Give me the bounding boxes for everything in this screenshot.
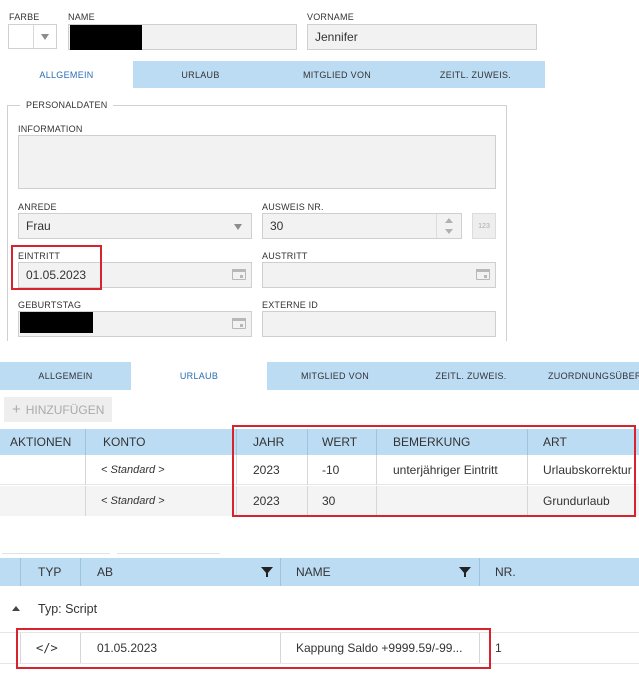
divider [117, 553, 220, 554]
ausweis-field[interactable]: 30 [262, 213, 462, 239]
column-bemerkung[interactable]: BEMERKUNG [393, 429, 470, 455]
wert-cell: -10 [322, 463, 340, 477]
ausweis-label: AUSWEIS NR. [262, 202, 324, 212]
information-textarea[interactable] [18, 135, 496, 189]
column-art[interactable]: ART [543, 429, 567, 455]
konto-cell: < Standard > [101, 495, 165, 507]
calendar-icon[interactable] [476, 267, 490, 280]
tab-mitglied-von[interactable]: MITGLIED VON [267, 362, 403, 390]
stepper-up-icon[interactable] [445, 218, 453, 223]
art-cell: Urlaubskorrektur [543, 463, 632, 477]
art-cell: Grundurlaub [543, 494, 610, 508]
tab-zuordnungsuebersicht[interactable]: ZUORDNUNGSÜBER [539, 362, 639, 390]
externe-id-field[interactable] [262, 311, 496, 337]
add-button-label: HINZUFÜGEN [25, 402, 105, 417]
austritt-date-field[interactable] [262, 262, 496, 288]
stepper-down-icon[interactable] [445, 229, 453, 234]
table-row[interactable]: < Standard > 2023 -10 unterjähriger Eint… [0, 455, 639, 485]
tab-mitglied-von[interactable]: MITGLIED VON [268, 61, 406, 88]
tabbar-mid: ALLGEMEIN URLAUB MITGLIED VON ZEITL. ZUW… [0, 362, 639, 390]
personaldaten-legend: PERSONALDATEN [20, 100, 114, 110]
divider [2, 553, 110, 554]
konto-cell: < Standard > [101, 464, 165, 476]
geburtstag-label: GEBURTSTAG [18, 300, 82, 310]
column-wert[interactable]: WERT [322, 429, 357, 455]
tab-zeitl-zuweis[interactable]: ZEITL. ZUWEIS. [403, 362, 539, 390]
color-picker[interactable] [8, 24, 57, 49]
column-name[interactable]: NAME [296, 558, 331, 586]
table-row[interactable]: </> 01.05.2023 Kappung Saldo +9999.59/-9… [0, 632, 639, 664]
farbe-label: FARBE [9, 12, 40, 22]
table-row[interactable]: < Standard > 2023 30 Grundurlaub [0, 486, 639, 516]
column-jahr[interactable]: JAHR [253, 429, 284, 455]
redaction-name [70, 25, 142, 50]
urlaub-grid-header: AKTIONEN KONTO JAHR WERT BEMERKUNG ART [0, 429, 639, 455]
calendar-icon[interactable] [232, 267, 246, 280]
nr-cell: 1 [495, 641, 502, 655]
add-button[interactable]: + HINZUFÜGEN [4, 397, 112, 422]
tab-allgemein[interactable]: ALLGEMEIN [0, 362, 131, 390]
name-cell: Kappung Saldo +9999.59/-99... [296, 641, 463, 655]
eintritt-value: 01.05.2023 [26, 268, 87, 282]
calendar-icon[interactable] [232, 316, 246, 329]
tabbar-top: ALLGEMEIN URLAUB MITGLIED VON ZEITL. ZUW… [0, 61, 545, 88]
vorname-field[interactable]: Jennifer [307, 24, 537, 50]
tab-urlaub[interactable]: URLAUB [133, 61, 268, 88]
column-aktionen[interactable]: AKTIONEN [10, 429, 71, 455]
jahr-cell: 2023 [253, 463, 280, 477]
austritt-label: AUSTRITT [262, 251, 308, 261]
number-format-label: 123 [478, 222, 490, 230]
bemerkung-cell: unterjähriger Eintritt [393, 463, 498, 477]
anrede-label: ANREDE [18, 202, 57, 212]
tab-zeitl-zuweis[interactable]: ZEITL. ZUWEIS. [406, 61, 545, 88]
column-ab[interactable]: AB [97, 558, 113, 586]
information-label: INFORMATION [18, 124, 83, 134]
ab-cell: 01.05.2023 [97, 641, 158, 655]
redaction-geburtstag [20, 312, 93, 333]
ausweis-stepper[interactable] [436, 214, 461, 238]
column-typ[interactable]: TYP [38, 558, 61, 586]
chevron-down-icon [234, 224, 242, 230]
jahr-cell: 2023 [253, 494, 280, 508]
number-format-button[interactable]: 123 [472, 213, 496, 239]
tab-urlaub[interactable]: URLAUB [131, 362, 267, 390]
group-label: Typ: Script [38, 602, 98, 616]
eintritt-date-field[interactable]: 01.05.2023 [18, 262, 252, 288]
column-nr[interactable]: NR. [495, 558, 516, 586]
name-label: NAME [68, 12, 95, 22]
column-konto[interactable]: KONTO [103, 429, 145, 455]
wert-cell: 30 [322, 494, 336, 508]
chevron-down-icon [41, 34, 49, 40]
anrede-value: Frau [26, 219, 51, 233]
externe-id-label: EXTERNE ID [262, 300, 319, 310]
ausweis-value: 30 [270, 219, 284, 233]
collapse-triangle-icon[interactable] [12, 606, 20, 611]
vorname-label: VORNAME [307, 12, 354, 22]
plus-icon: + [12, 401, 21, 418]
anrede-select[interactable]: Frau [18, 213, 252, 239]
code-icon: </> [36, 641, 58, 655]
eintritt-label: EINTRITT [18, 251, 61, 261]
zuweisung-grid-header: TYP AB NAME NR. [0, 558, 639, 586]
tab-allgemein[interactable]: ALLGEMEIN [0, 61, 133, 88]
group-row[interactable]: Typ: Script [0, 597, 639, 621]
